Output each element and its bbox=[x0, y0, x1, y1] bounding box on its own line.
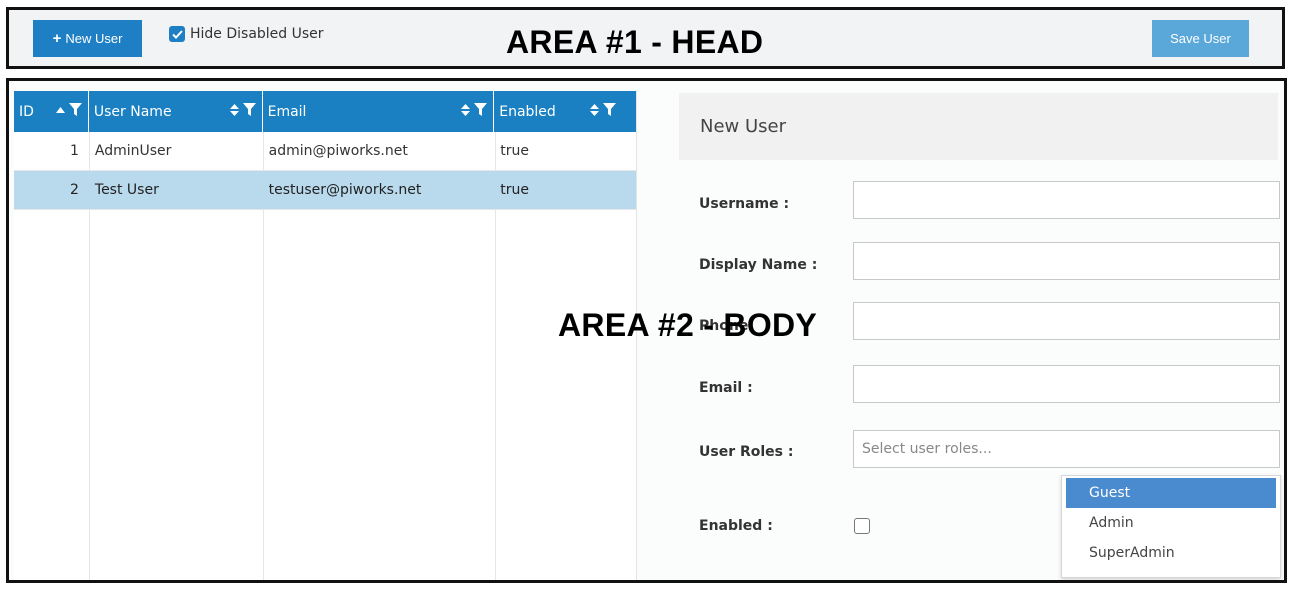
new-user-button[interactable]: + New User bbox=[33, 20, 142, 57]
hide-disabled-toggle[interactable]: Hide Disabled User bbox=[169, 26, 324, 42]
plus-icon: + bbox=[52, 30, 62, 47]
checkmark-icon bbox=[171, 29, 183, 39]
cell-id: 2 bbox=[69, 182, 79, 198]
grid-header: ID User Name Email Enabled bbox=[14, 91, 636, 132]
filter-icon[interactable] bbox=[68, 103, 82, 116]
body-area: ID User Name Email Enabled 1 AdminUser a… bbox=[6, 78, 1287, 583]
column-label: ID bbox=[19, 103, 34, 120]
form-panel-title: New User bbox=[679, 93, 1278, 160]
head-toolbar: + New User Hide Disabled User AREA #1 - … bbox=[6, 7, 1285, 69]
column-header-username[interactable]: User Name bbox=[89, 91, 263, 132]
user-roles-multiselect[interactable] bbox=[853, 430, 1280, 468]
cell-enabled: true bbox=[500, 143, 529, 159]
phone-field[interactable] bbox=[853, 302, 1280, 340]
filter-icon[interactable] bbox=[603, 103, 616, 116]
column-header-email[interactable]: Email bbox=[263, 91, 495, 132]
column-label: User Name bbox=[93, 103, 172, 120]
filter-icon[interactable] bbox=[242, 103, 256, 116]
enabled-label: Enabled : bbox=[699, 518, 773, 534]
sort-icon[interactable] bbox=[229, 103, 239, 116]
role-option-admin[interactable]: Admin bbox=[1062, 508, 1280, 538]
email-field[interactable] bbox=[853, 365, 1280, 403]
username-label: Username : bbox=[699, 196, 790, 212]
cell-email: admin@piworks.net bbox=[268, 143, 408, 159]
cell-id: 1 bbox=[69, 143, 79, 159]
grid-body: 1 AdminUser admin@piworks.net true 2 Tes… bbox=[14, 132, 636, 580]
filter-icon[interactable] bbox=[474, 103, 488, 116]
cell-email: testuser@piworks.net bbox=[268, 182, 422, 198]
sort-asc-icon[interactable] bbox=[55, 106, 65, 113]
hide-disabled-label: Hide Disabled User bbox=[190, 26, 324, 42]
email-label: Email : bbox=[699, 380, 753, 396]
display-name-field[interactable] bbox=[853, 242, 1280, 280]
role-option-guest[interactable]: Guest bbox=[1066, 478, 1276, 508]
hide-disabled-checkbox[interactable] bbox=[169, 26, 185, 42]
area-body-label: AREA #2 - BODY bbox=[558, 307, 818, 343]
user-roles-label: User Roles : bbox=[699, 444, 794, 460]
sort-icon[interactable] bbox=[590, 103, 599, 116]
area-head-label: AREA #1 - HEAD bbox=[506, 24, 764, 60]
cell-enabled: true bbox=[500, 182, 529, 198]
column-header-id[interactable]: ID bbox=[14, 91, 89, 132]
column-label: Email bbox=[267, 103, 307, 120]
cell-username: AdminUser bbox=[94, 143, 172, 159]
column-header-enabled[interactable]: Enabled bbox=[494, 91, 636, 132]
role-option-superadmin[interactable]: SuperAdmin bbox=[1062, 538, 1280, 568]
sort-icon[interactable] bbox=[461, 103, 471, 116]
user-roles-dropdown: Guest Admin SuperAdmin bbox=[1061, 475, 1281, 578]
new-user-label: New User bbox=[65, 31, 123, 46]
column-label: Enabled bbox=[499, 103, 556, 120]
enabled-checkbox[interactable] bbox=[854, 518, 870, 534]
table-row-selected[interactable]: 2 Test User testuser@piworks.net true bbox=[14, 171, 636, 210]
table-row[interactable]: 1 AdminUser admin@piworks.net true bbox=[14, 132, 636, 171]
display-name-label: Display Name : bbox=[699, 257, 818, 273]
save-user-button[interactable]: Save User bbox=[1152, 20, 1249, 57]
cell-username: Test User bbox=[94, 182, 159, 198]
username-field[interactable] bbox=[853, 181, 1280, 219]
users-grid: ID User Name Email Enabled 1 AdminUser a… bbox=[14, 91, 637, 580]
